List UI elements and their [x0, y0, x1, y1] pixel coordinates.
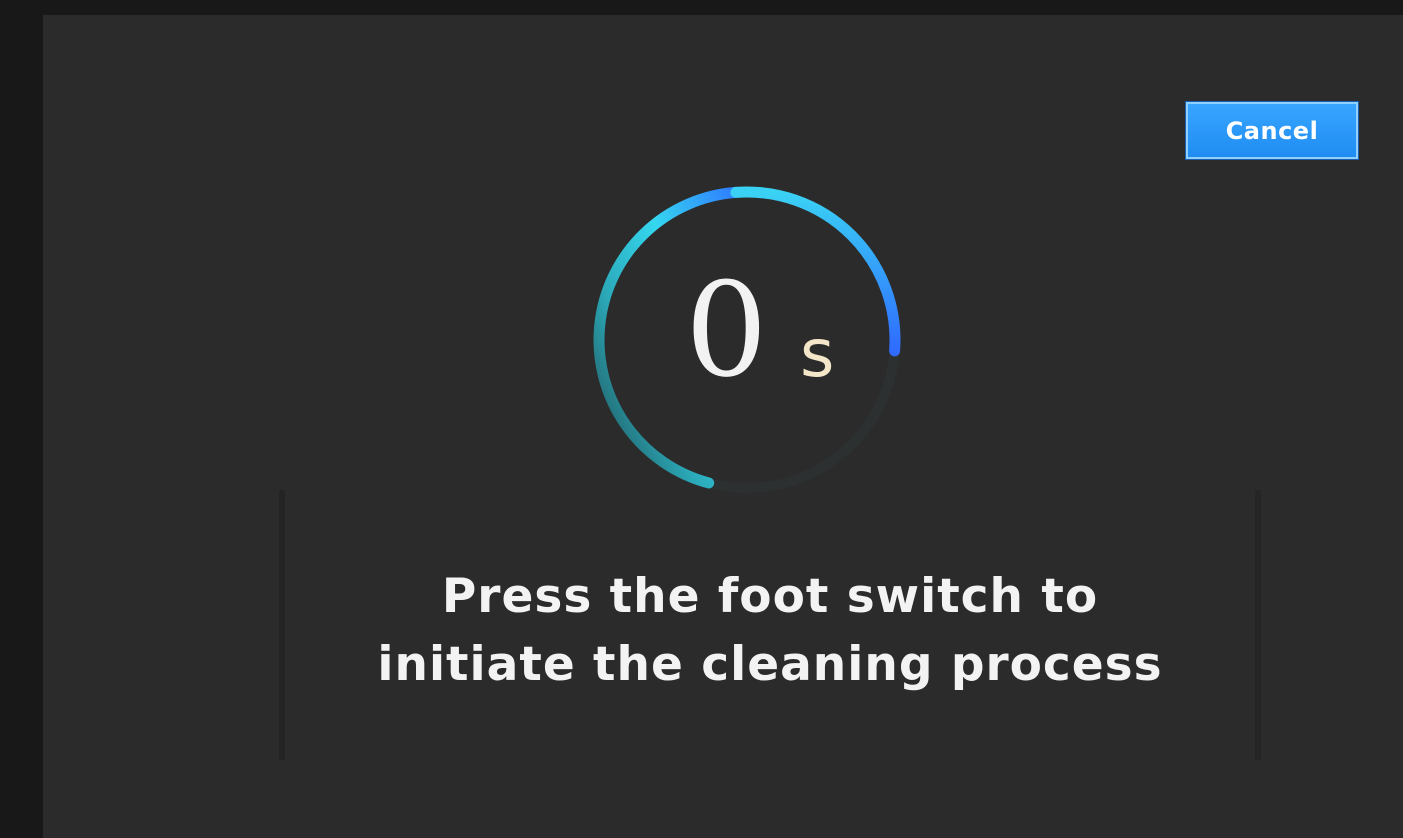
countdown-value: 0 — [685, 254, 768, 406]
instruction-line-1: Press the foot switch to — [441, 569, 1099, 624]
instruction-message: Press the foot switch to initiate the cl… — [279, 563, 1261, 699]
countdown-unit: s — [800, 315, 835, 392]
screen-frame: Cancel 0 s Press the foot switch to init… — [0, 0, 1403, 838]
cancel-button[interactable]: Cancel — [1186, 102, 1358, 159]
cleaning-dialog: Cancel 0 s Press the foot switch to init… — [43, 15, 1403, 838]
instruction-line-2: initiate the cleaning process — [377, 637, 1163, 692]
countdown-timer: 0 s — [587, 183, 907, 503]
